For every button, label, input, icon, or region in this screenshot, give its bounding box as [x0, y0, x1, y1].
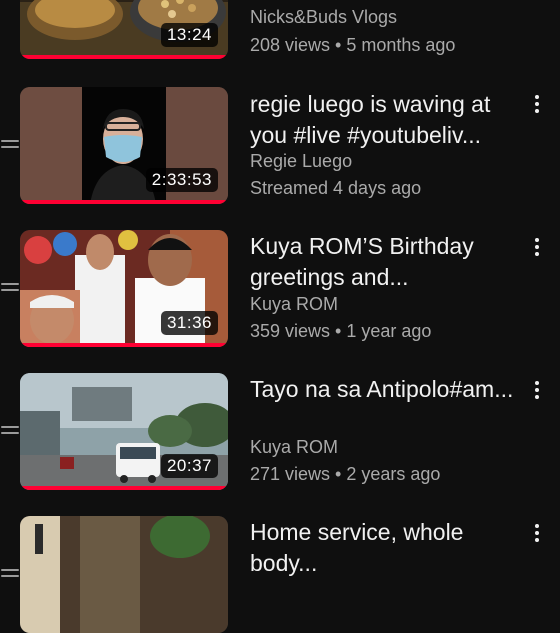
watch-progress-bar [20, 200, 228, 204]
watch-progress-bar [20, 55, 228, 59]
more-vert-icon[interactable] [533, 95, 541, 115]
channel-name: Regie Luego [250, 151, 353, 171]
watch-progress-bar [20, 343, 228, 347]
video-title[interactable]: Tayo na sa Antipolo#am... [250, 374, 522, 405]
video-thumbnail[interactable]: 2:33:53 [20, 87, 228, 204]
video-title[interactable]: Kuya ROM’S Birthday greetings and... [250, 231, 522, 293]
drag-handle-icon[interactable] [1, 426, 19, 440]
thumbnail-image [20, 516, 228, 633]
watch-progress-bar [20, 486, 228, 490]
video-duration: 2:33:53 [145, 168, 218, 192]
drag-handle-icon[interactable] [1, 569, 19, 583]
video-thumbnail[interactable]: 31:36 [20, 230, 228, 347]
video-title[interactable]: Home service, whole body... [250, 517, 522, 579]
video-duration: 31:36 [160, 311, 218, 335]
video-meta: Streamed 4 days ago [250, 178, 422, 198]
channel-name: Kuya ROM [250, 437, 339, 457]
drag-handle-icon[interactable] [1, 140, 19, 154]
video-thumbnail[interactable] [20, 516, 228, 633]
video-duration: 20:37 [160, 454, 218, 478]
video-duration: 13:24 [160, 23, 218, 47]
more-vert-icon[interactable] [533, 524, 541, 544]
video-thumbnail[interactable]: 13:24 [20, 0, 228, 59]
more-vert-icon[interactable] [533, 238, 541, 258]
more-vert-icon[interactable] [533, 381, 541, 401]
video-meta: 208 views • 5 months ago [250, 35, 456, 55]
channel-name: Nicks&Buds Vlogs [250, 7, 398, 27]
video-meta: 359 views • 1 year ago [250, 321, 432, 341]
video-thumbnail[interactable]: 20:37 [20, 373, 228, 490]
drag-handle-icon[interactable] [1, 0, 19, 4]
video-title[interactable]: regie luego is waving at you #live #yout… [250, 89, 522, 151]
channel-name: Kuya ROM [250, 294, 339, 314]
video-meta: 271 views • 2 years ago [250, 464, 441, 484]
drag-handle-icon[interactable] [1, 283, 19, 297]
